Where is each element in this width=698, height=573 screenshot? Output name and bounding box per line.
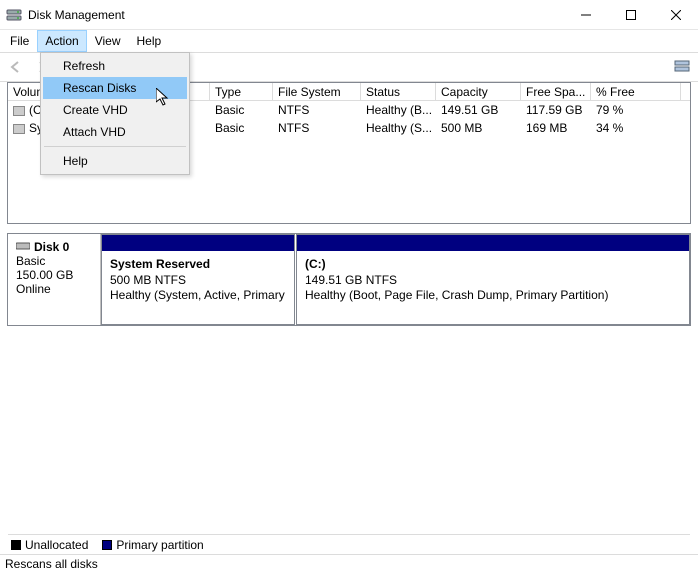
cell-capacity: 149.51 GB (436, 103, 521, 117)
col-free-space[interactable]: Free Spa... (521, 83, 591, 100)
legend-primary-label: Primary partition (116, 538, 203, 552)
menu-refresh[interactable]: Refresh (43, 55, 187, 77)
cell-type: Basic (210, 103, 273, 117)
cell-free: 169 MB (521, 121, 591, 135)
disk-icon (16, 240, 30, 254)
menu-action-help[interactable]: Help (43, 150, 187, 172)
disk-type: Basic (16, 254, 92, 268)
partition-name: (C:) (305, 257, 681, 273)
col-type[interactable]: Type (210, 83, 273, 100)
cell-status: Healthy (B... (361, 103, 436, 117)
partition-info: 500 MB NTFS (110, 273, 286, 289)
col-status[interactable]: Status (361, 83, 436, 100)
legend-unallocated-label: Unallocated (25, 538, 88, 552)
legend-primary: Primary partition (102, 538, 203, 552)
menu-file[interactable]: File (2, 30, 37, 52)
empty-area (7, 300, 691, 531)
action-dropdown: Refresh Rescan Disks Create VHD Attach V… (40, 52, 190, 175)
maximize-button[interactable] (608, 0, 653, 30)
volume-icon (13, 106, 25, 116)
disk-size: 150.00 GB (16, 268, 92, 282)
cell-status: Healthy (S... (361, 121, 436, 135)
cell-type: Basic (210, 121, 273, 135)
menu-view[interactable]: View (87, 30, 129, 52)
back-button[interactable] (4, 55, 28, 79)
col-filesystem[interactable]: File System (273, 83, 361, 100)
partition-stripe (297, 235, 689, 251)
title-bar: Disk Management (0, 0, 698, 30)
col-capacity[interactable]: Capacity (436, 83, 521, 100)
disk-name-row: Disk 0 (16, 240, 92, 254)
menu-help[interactable]: Help (129, 30, 170, 52)
app-icon (6, 7, 22, 23)
disk-name: Disk 0 (34, 240, 69, 254)
menu-action[interactable]: Action (37, 30, 86, 52)
menu-separator (44, 146, 186, 147)
window-title: Disk Management (28, 8, 563, 22)
col-pct-free[interactable]: % Free (591, 83, 681, 100)
disk-status: Online (16, 282, 92, 296)
close-button[interactable] (653, 0, 698, 30)
mouse-cursor (156, 88, 172, 111)
partition-name: System Reserved (110, 257, 286, 273)
legend-unallocated: Unallocated (11, 538, 88, 552)
cell-fs: NTFS (273, 103, 361, 117)
menu-attach-vhd[interactable]: Attach VHD (43, 121, 187, 143)
cell-pfree: 34 % (591, 121, 681, 135)
swatch-unallocated (11, 540, 21, 550)
swatch-primary (102, 540, 112, 550)
legend: Unallocated Primary partition (8, 534, 690, 554)
partition-info: 149.51 GB NTFS (305, 273, 681, 289)
status-bar: Rescans all disks (0, 554, 698, 573)
menu-bar: File Action View Help (0, 30, 698, 52)
cell-fs: NTFS (273, 121, 361, 135)
cell-free: 117.59 GB (521, 103, 591, 117)
cell-capacity: 500 MB (436, 121, 521, 135)
toolbar-button[interactable] (670, 55, 694, 79)
cell-pfree: 79 % (591, 103, 681, 117)
status-text: Rescans all disks (5, 557, 98, 571)
volume-icon (13, 124, 25, 134)
partition-stripe (102, 235, 294, 251)
minimize-button[interactable] (563, 0, 608, 30)
